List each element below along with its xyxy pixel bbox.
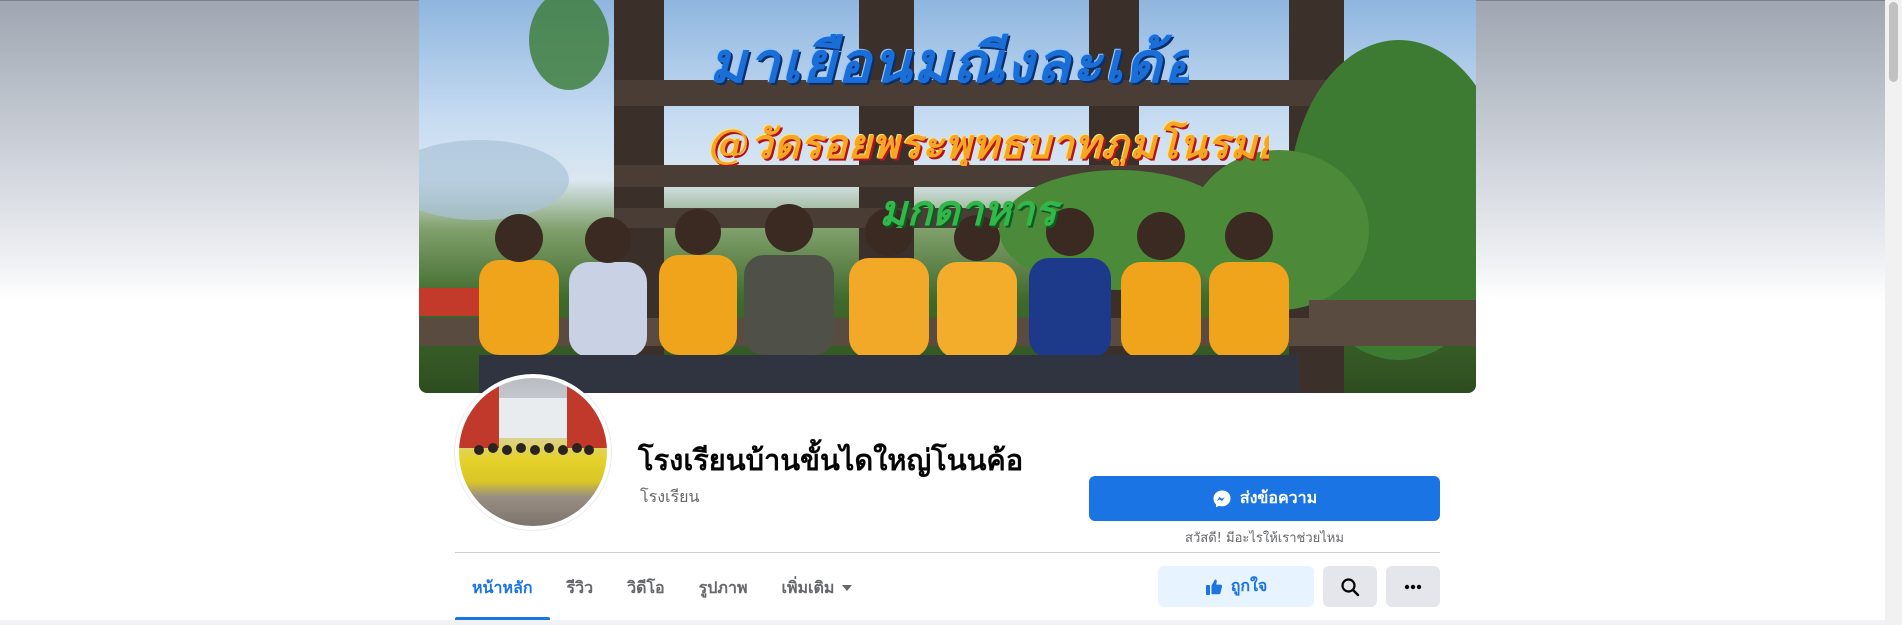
thumbs-up-icon xyxy=(1205,578,1223,596)
tab-photos[interactable]: รูปภาพ xyxy=(682,556,765,620)
cover-photo[interactable]: มาเยือนมณีงละเด้อ @วัดรอยพระพุทธบาทภูมโน… xyxy=(419,0,1476,393)
page-tabs: หน้าหลัก รีวิว วิดีโอ รูปภาพ เพิ่มเติม xyxy=(455,556,869,620)
messenger-icon xyxy=(1212,489,1232,509)
page-category[interactable]: โรงเรียน xyxy=(640,485,840,507)
bottom-separator xyxy=(0,620,1885,625)
page-title: โรงเรียนบ้านขั้นไดใหญ่โนนค้อ xyxy=(638,443,1024,477)
more-options-button[interactable] xyxy=(1386,566,1440,607)
tab-home[interactable]: หน้าหลัก xyxy=(455,556,550,620)
more-horizontal-icon xyxy=(1403,584,1423,590)
send-message-label: ส่งข้อความ xyxy=(1239,488,1318,507)
greeting-text: สวัสดี! มีอะไรให้เราช่วยไหม xyxy=(1185,531,1344,546)
tab-more-label: เพิ่มเติม xyxy=(781,577,835,597)
cover-sign-line-1: มาเยือนมณีงละเด้อ xyxy=(709,30,1189,88)
send-message-button[interactable]: ส่งข้อความ xyxy=(1089,476,1440,521)
tab-reviews[interactable]: รีวิว xyxy=(550,556,611,620)
profile-avatar-image xyxy=(459,378,607,526)
tab-more[interactable]: เพิ่มเติม xyxy=(764,556,869,620)
profile-divider xyxy=(455,552,1440,553)
cover-sign-line-2: @วัดรอยพระพุทธบาทภูมโนรมย์ xyxy=(709,121,1269,166)
page-scrollbar[interactable] xyxy=(1885,0,1902,625)
profile-avatar[interactable] xyxy=(455,374,611,530)
search-icon xyxy=(1340,577,1360,597)
search-button[interactable] xyxy=(1323,566,1377,607)
tab-reviews-label: รีวิว xyxy=(566,577,594,597)
caret-down-icon xyxy=(842,585,853,591)
like-label: ถูกใจ xyxy=(1230,576,1268,595)
like-button[interactable]: ถูกใจ xyxy=(1158,566,1314,607)
tab-videos-label: วิดีโอ xyxy=(627,577,665,597)
tab-photos-label: รูปภาพ xyxy=(698,577,748,597)
tab-home-label: หน้าหลัก xyxy=(472,577,533,597)
scrollbar-thumb[interactable] xyxy=(1889,2,1898,82)
tab-videos[interactable]: วิดีโอ xyxy=(610,556,682,620)
cover-sign-line-3: มุกดาหาร xyxy=(879,186,1057,228)
